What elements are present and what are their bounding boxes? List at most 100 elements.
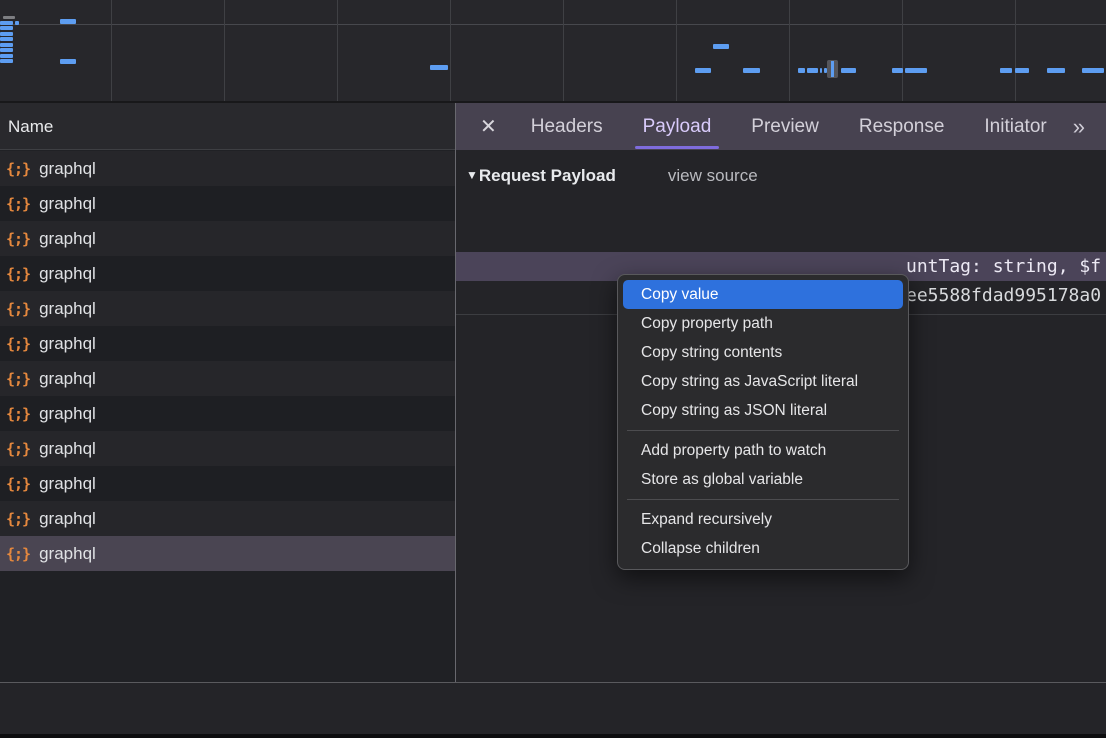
request-list: {;} graphql {;} graphql {;} graphql {;} graphql… (0, 151, 455, 571)
request-name-label: graphql (39, 299, 96, 319)
devtools-window: Name {;}graphql{;}graphql{;}graphql{;}gr… (0, 0, 1110, 740)
tab-response[interactable]: Response (847, 103, 957, 150)
section-title: Request Payload (479, 166, 616, 185)
json-braces-icon: {;} (6, 475, 30, 493)
context-menu: Copy valueCopy property pathCopy string … (617, 274, 909, 570)
request-name-label: graphql (39, 194, 96, 214)
menu-item-copy-property-path[interactable]: Copy property path (623, 309, 903, 338)
tree-row-operation-name[interactable]: operationName: "ipFlowTimeseries" (456, 223, 1106, 252)
menu-item-add-property-path-to-watch[interactable]: Add property path to watch (623, 436, 903, 465)
more-tabs-icon[interactable]: » (1073, 114, 1083, 140)
menu-separator (627, 430, 899, 431)
detail-tab-bar: ✕ Headers Payload Preview Response Initiator… (456, 103, 1106, 150)
request-row-graphql[interactable]: {;} graphql (0, 151, 455, 186)
menu-separator (627, 499, 899, 500)
request-row-graphql[interactable]: {;} graphql (0, 256, 455, 291)
network-overview-bar (743, 68, 760, 73)
json-braces-icon: {;} (6, 440, 30, 458)
json-braces-icon: {;} (6, 370, 30, 388)
network-overview-bar (695, 68, 711, 73)
network-overview-bar (0, 48, 13, 52)
network-overview-bar (713, 44, 729, 49)
network-overview-bar (0, 32, 13, 36)
request-row-graphql[interactable]: {;} graphql (0, 396, 455, 431)
network-overview-bar (1047, 68, 1065, 73)
json-braces-icon: {;} (6, 160, 30, 178)
request-row-graphql[interactable]: {;} graphql (0, 466, 455, 501)
request-payload-section-header[interactable]: ▼Request Payload view source (456, 150, 1106, 194)
request-name-label: graphql (39, 474, 96, 494)
network-overview-bar (820, 68, 822, 73)
menu-item-copy-value[interactable]: Copy value (623, 280, 903, 309)
network-overview-bar (798, 68, 805, 73)
network-overview-bar (0, 59, 13, 63)
json-braces-icon: {;} (6, 300, 30, 318)
tab-payload[interactable]: Payload (631, 103, 724, 150)
json-braces-icon: {;} (6, 545, 30, 563)
variables-preview-fragment: ee5588fdad995178a0 (906, 281, 1101, 310)
network-overview-timeline[interactable] (0, 0, 1106, 101)
request-row-graphql[interactable]: {;}graphql (0, 431, 455, 466)
overview-gridline-vertical (789, 0, 790, 101)
network-overview-bar (430, 65, 448, 70)
overview-gridline-vertical (1015, 0, 1016, 101)
json-braces-icon: {;} (6, 335, 30, 353)
request-name-label: graphql (39, 404, 96, 424)
tab-initiator[interactable]: Initiator (972, 103, 1058, 150)
request-name-label: graphql (39, 544, 96, 564)
section-collapse-icon[interactable]: ▼ (466, 168, 478, 182)
menu-item-collapse-children[interactable]: Collapse children (623, 534, 903, 563)
view-source-link[interactable]: view source (668, 166, 758, 185)
request-name-label: graphql (39, 334, 96, 354)
overview-gridline-vertical (111, 0, 112, 101)
network-overview-bar (1000, 68, 1012, 73)
json-braces-icon: {;} (6, 510, 30, 528)
request-row-graphql[interactable]: {;} graphql (0, 361, 455, 396)
overview-gridline-vertical (450, 0, 451, 101)
request-name-label: graphql (39, 264, 96, 284)
tab-headers[interactable]: Headers (519, 103, 615, 150)
json-braces-icon: {;} (6, 265, 30, 283)
menu-item-copy-string-as-json-literal[interactable]: Copy string as JSON literal (623, 396, 903, 425)
json-braces-icon: {;} (6, 405, 30, 423)
request-row-graphql[interactable]: {;} graphql (0, 326, 455, 361)
network-overview-bar (0, 21, 13, 25)
overview-gridline-vertical (337, 0, 338, 101)
request-row-graphql[interactable]: {;}graphql (0, 221, 455, 256)
overview-gridline-vertical (224, 0, 225, 101)
request-row-graphql[interactable]: {;} graphql (0, 501, 455, 536)
json-braces-icon: {;} (6, 230, 30, 248)
menu-item-copy-string-as-javascript-literal[interactable]: Copy string as JavaScript literal (623, 367, 903, 396)
menu-item-copy-string-contents[interactable]: Copy string contents (623, 338, 903, 367)
tree-row-root[interactable]: ▼{operationName: "ipFlowTimeseries", var… (456, 194, 1106, 223)
network-overview-bar (1015, 68, 1029, 73)
tab-preview[interactable]: Preview (739, 103, 831, 150)
column-header-name[interactable]: Name (0, 103, 455, 150)
request-row-graphql[interactable]: {;} graphql (0, 291, 455, 326)
page-background-edge-right (1106, 0, 1110, 740)
request-name-label: graphql (39, 509, 96, 529)
request-list-panel: Name {;}graphql{;}graphql{;}graphql{;}gr… (0, 103, 455, 738)
menu-item-expand-recursively[interactable]: Expand recursively (623, 505, 903, 534)
request-name-label: graphql (39, 369, 96, 389)
column-header-name-label: Name (8, 117, 53, 136)
close-icon[interactable]: ✕ (480, 114, 497, 139)
network-overview-bar (0, 26, 13, 30)
network-overview-bar (60, 59, 76, 64)
request-row-graphql[interactable]: {;} graphql (0, 536, 455, 571)
network-overview-bar (0, 54, 13, 58)
menu-item-store-as-global-variable[interactable]: Store as global variable (623, 465, 903, 494)
network-overview-bar (15, 21, 19, 25)
network-overview-bar (60, 19, 76, 24)
request-row-graphql[interactable]: {;} graphql (0, 186, 455, 221)
overview-gridline-horizontal (0, 24, 1106, 25)
overview-gridline-vertical (676, 0, 677, 101)
json-braces-icon: {;} (6, 195, 30, 213)
network-overview-bar (892, 68, 903, 73)
request-name-label: graphql (39, 159, 96, 179)
overview-gridline-vertical (563, 0, 564, 101)
network-overview-bar (841, 68, 856, 73)
network-overview-bar (3, 16, 15, 19)
network-overview-bar (807, 68, 818, 73)
network-overview-bar (0, 37, 13, 41)
